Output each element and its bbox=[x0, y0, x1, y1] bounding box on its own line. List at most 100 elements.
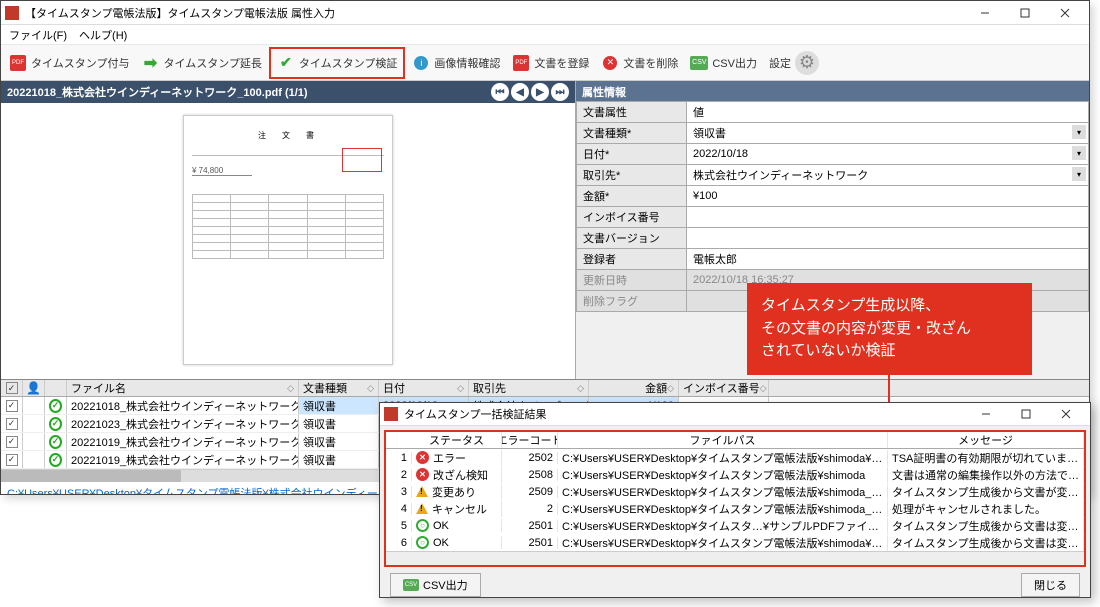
chevron-down-icon[interactable]: ▾ bbox=[1072, 125, 1086, 139]
check-icon: ✔ bbox=[277, 54, 295, 72]
col-filename[interactable]: ファイル名 bbox=[71, 380, 287, 396]
verify-row[interactable]: 6○ OK2501C:¥Users¥USER¥Desktop¥タイムスタンプ電帳… bbox=[386, 534, 1084, 551]
cell-index: 6 bbox=[386, 537, 412, 549]
chevron-down-icon[interactable]: ▾ bbox=[1072, 146, 1086, 160]
status-ok-icon bbox=[49, 399, 62, 413]
cell-msg: 処理がキャンセルされました。 bbox=[888, 501, 1084, 517]
vcol-err[interactable]: エラーコード bbox=[502, 432, 558, 448]
vcol-path[interactable]: ファイルパス bbox=[558, 432, 888, 448]
cell-path: C:¥Users¥USER¥Desktop¥タイムスタ…¥サンプルPDFファイル… bbox=[558, 518, 888, 534]
menu-file[interactable]: ファイル(F) bbox=[9, 27, 67, 43]
nav-prev[interactable]: ◀ bbox=[511, 83, 529, 101]
cell-type: 領収書 bbox=[299, 415, 379, 432]
maximize-button[interactable] bbox=[1005, 2, 1045, 24]
tb-csv[interactable]: CSV CSV出力 bbox=[684, 47, 763, 79]
status-ok-icon bbox=[49, 435, 62, 449]
nav-first[interactable]: ⏮ bbox=[491, 83, 509, 101]
ok-icon: ○ bbox=[416, 519, 429, 532]
tb-settings-label: 設定 bbox=[769, 55, 791, 71]
cell-filename: 20221019_株式会社ウインディーネットワーク_1_001.pdf bbox=[67, 451, 299, 468]
col-dest[interactable]: 取引先 bbox=[473, 380, 577, 396]
verify-footer: CSV CSV出力 閉じる bbox=[384, 567, 1086, 603]
verify-row[interactable]: 4 キャンセル2C:¥Users¥USER¥Desktop¥タイムスタンプ電帳法… bbox=[386, 500, 1084, 517]
document-bar: 20221018_株式会社ウインディーネットワーク_100.pdf (1/1) … bbox=[1, 81, 575, 103]
cell-index: 5 bbox=[386, 520, 412, 532]
prop-amount-value[interactable]: ¥100 bbox=[687, 186, 1089, 207]
tb-register-label: 文書を登録 bbox=[534, 55, 589, 71]
col-amount[interactable]: 金額 bbox=[593, 380, 667, 396]
nav-last[interactable]: ⏭ bbox=[551, 83, 569, 101]
nav-next[interactable]: ▶ bbox=[531, 83, 549, 101]
chevron-down-icon[interactable]: ▾ bbox=[1072, 167, 1086, 181]
col-val: 値 bbox=[687, 102, 1089, 123]
row-checkbox[interactable] bbox=[6, 418, 18, 430]
cell-path: C:¥Users¥USER¥Desktop¥タイムスタンプ電帳法版¥shimod… bbox=[558, 535, 888, 551]
verify-row[interactable]: 1✕ エラー2502C:¥Users¥USER¥Desktop¥タイムスタンプ電… bbox=[386, 449, 1084, 466]
verify-row[interactable]: 3 変更あり2509C:¥Users¥USER¥Desktop¥タイムスタンプ電… bbox=[386, 483, 1084, 500]
props-header: 属性情報 bbox=[576, 81, 1089, 101]
tb-imginfo[interactable]: i 画像情報確認 bbox=[406, 47, 506, 79]
tb-register[interactable]: PDF 文書を登録 bbox=[506, 47, 595, 79]
cell-path: C:¥Users¥USER¥Desktop¥タイムスタンプ電帳法版¥shimod… bbox=[558, 450, 888, 466]
col-invoice[interactable]: インボイス番号 bbox=[683, 380, 760, 396]
tb-verify[interactable]: ✔ タイムスタンプ検証 bbox=[269, 47, 405, 79]
cell-path: C:¥Users¥USER¥Desktop¥タイムスタンプ電帳法版¥shimod… bbox=[558, 467, 888, 483]
csv-export-label: CSV出力 bbox=[423, 577, 468, 593]
tb-stamp[interactable]: PDF タイムスタンプ付与 bbox=[3, 47, 135, 79]
prop-version-value[interactable] bbox=[687, 228, 1089, 249]
csv-export-button[interactable]: CSV CSV出力 bbox=[390, 573, 481, 597]
verify-row[interactable]: 2✕ 改ざん検知2508C:¥Users¥USER¥Desktop¥タイムスタン… bbox=[386, 466, 1084, 483]
verify-row[interactable]: 5○ OK2501C:¥Users¥USER¥Desktop¥タイムスタ…¥サン… bbox=[386, 517, 1084, 534]
tb-imginfo-label: 画像情報確認 bbox=[434, 55, 500, 71]
prop-invoice-label: インボイス番号 bbox=[577, 207, 687, 228]
prop-dest-value[interactable]: 株式会社ウインディーネットワーク▾ bbox=[687, 165, 1089, 186]
window-title: 【タイムスタンプ電帳法版】タイムスタンプ電帳法版 属性入力 bbox=[25, 5, 965, 21]
tb-stamp-label: タイムスタンプ付与 bbox=[31, 55, 129, 71]
prop-date-label: 日付* bbox=[577, 144, 687, 165]
verify-titlebar: タイムスタンプ一括検証結果 bbox=[380, 403, 1090, 426]
row-checkbox[interactable] bbox=[6, 436, 18, 448]
cell-filename: 20221018_株式会社ウインディーネットワーク_100.pdf bbox=[67, 397, 299, 414]
col-date[interactable]: 日付 bbox=[383, 380, 457, 396]
preview-title: 注 文 書 bbox=[192, 130, 384, 141]
cell-errcode: 2502 bbox=[502, 452, 558, 464]
vcol-msg[interactable]: メッセージ bbox=[888, 432, 1084, 448]
tb-delete[interactable]: ✕ 文書を削除 bbox=[595, 47, 684, 79]
row-checkbox[interactable] bbox=[6, 454, 18, 466]
checkall[interactable] bbox=[6, 382, 18, 394]
cell-msg: タイムスタンプ生成後から文書は変更されていません bbox=[888, 535, 1084, 551]
close-button[interactable] bbox=[1046, 403, 1086, 425]
tb-settings[interactable]: 設定 ⚙ bbox=[763, 47, 829, 79]
prop-updated-label: 更新日時 bbox=[577, 270, 687, 291]
menu-help[interactable]: ヘルプ(H) bbox=[79, 27, 127, 43]
cell-path: C:¥Users¥USER¥Desktop¥タイムスタンプ電帳法版¥shimod… bbox=[558, 501, 888, 517]
preview-amount: ¥ 74,800 bbox=[192, 166, 252, 176]
tb-extend[interactable]: ➡ タイムスタンプ延長 bbox=[135, 47, 267, 79]
prop-date-value[interactable]: 2022/10/18▾ bbox=[687, 144, 1089, 165]
cell-errcode: 2 bbox=[502, 503, 558, 515]
status-ok-icon bbox=[49, 453, 62, 467]
prop-invoice-value[interactable] bbox=[687, 207, 1089, 228]
cell-errcode: 2501 bbox=[502, 537, 558, 549]
prop-doctype-value[interactable]: 領収書▾ bbox=[687, 123, 1089, 144]
row-checkbox[interactable] bbox=[6, 400, 18, 412]
warn-icon bbox=[416, 486, 428, 497]
prop-registrar-value[interactable]: 電帳太郎 bbox=[687, 249, 1089, 270]
cell-msg: タイムスタンプ生成後から文書が変更されています。 bbox=[888, 484, 1084, 500]
vcol-status[interactable]: ステータス bbox=[412, 432, 502, 448]
app-icon bbox=[5, 6, 19, 20]
verify-hscroll[interactable] bbox=[386, 551, 1084, 565]
maximize-button[interactable] bbox=[1006, 403, 1046, 425]
close-button[interactable] bbox=[1045, 2, 1085, 24]
doc-filename: 20221018_株式会社ウインディーネットワーク_100.pdf (1/1) bbox=[7, 84, 308, 100]
info-icon: i bbox=[412, 54, 430, 72]
cell-type: 領収書 bbox=[299, 397, 379, 414]
minimize-button[interactable] bbox=[966, 403, 1006, 425]
close-dialog-button[interactable]: 閉じる bbox=[1021, 573, 1080, 597]
minimize-button[interactable] bbox=[965, 2, 1005, 24]
col-doctype[interactable]: 文書種類 bbox=[303, 380, 367, 396]
stamp-icon bbox=[342, 148, 382, 172]
app-icon bbox=[384, 407, 398, 421]
pdf-icon: PDF bbox=[512, 54, 530, 72]
cell-path: C:¥Users¥USER¥Desktop¥タイムスタンプ電帳法版¥shimod… bbox=[558, 484, 888, 500]
